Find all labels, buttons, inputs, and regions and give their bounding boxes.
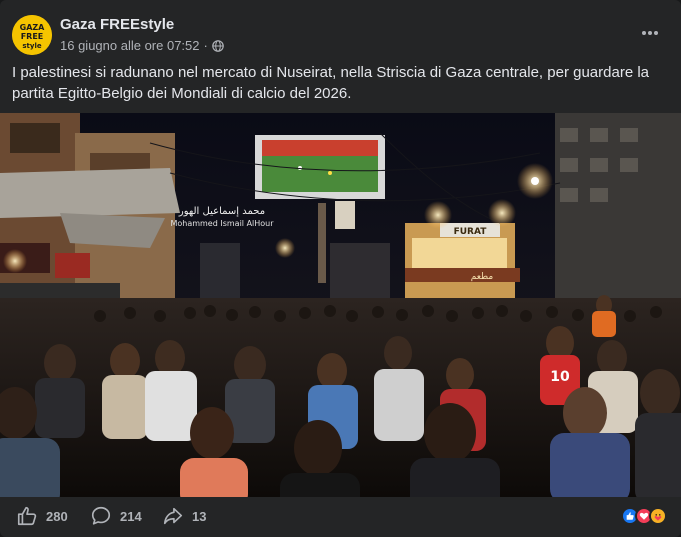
page-name[interactable]: Gaza FREEstyle (60, 16, 174, 33)
svg-text:FREE: FREE (21, 32, 44, 41)
jersey-number: 10 (550, 369, 570, 385)
gaza-freestyle-logo-icon: GAZA FREE style (12, 15, 52, 55)
like-button[interactable]: 280 (16, 505, 68, 527)
billboard-arabic: محمد إسماعيل الهور (178, 206, 265, 217)
more-dots-icon (642, 31, 658, 35)
shop-sign-arabic: مطعم (471, 272, 494, 282)
thumbs-up-icon (17, 506, 37, 526)
more-options-button[interactable] (637, 20, 663, 46)
post-photo[interactable]: FURAT مطعم محمد إسماعيل الهور Mohammed I… (0, 113, 681, 497)
crowd-market-photo: FURAT مطعم محمد إسماعيل الهور Mohammed I… (0, 113, 681, 497)
comment-bubble-icon (91, 506, 111, 525)
care-reaction-icon (649, 507, 667, 525)
svg-text:GAZA: GAZA (20, 23, 46, 32)
share-button[interactable]: 13 (162, 505, 206, 527)
comment-button[interactable]: 214 (90, 505, 142, 527)
post-text: I palestinesi si radunano nel mercato di… (12, 64, 650, 102)
post-meta: 16 giugno alle ore 07:52 · (60, 38, 224, 53)
shop-sign: FURAT (454, 227, 488, 237)
post-card: GAZA FREE style Gaza FREEstyle 16 giugno… (0, 0, 681, 537)
share-count: 13 (192, 508, 207, 524)
billboard-latin: Mohammed Ismail AlHour (170, 219, 274, 228)
svg-text:style: style (22, 42, 41, 50)
globe-icon (212, 39, 224, 52)
post-header: GAZA FREE style Gaza FREEstyle 16 giugno… (12, 14, 669, 56)
post-timestamp[interactable]: 16 giugno alle ore 07:52 (60, 38, 200, 53)
comment-count: 214 (120, 508, 142, 524)
post-footer: 280 214 13 (0, 497, 681, 537)
share-arrow-icon (163, 507, 183, 525)
meta-separator: · (203, 38, 208, 53)
reaction-summary[interactable] (621, 507, 667, 525)
like-count: 280 (46, 508, 68, 524)
avatar[interactable]: GAZA FREE style (12, 15, 52, 55)
